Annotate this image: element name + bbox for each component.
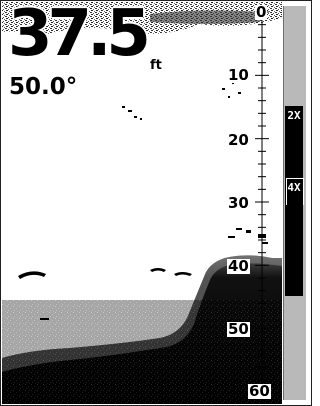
zoom-level-4x[interactable]: 4X [287, 182, 301, 193]
depth-scale-label-30: 30 [227, 194, 250, 212]
water-temperature: 50.0° [9, 74, 78, 100]
depth-scale-label-20: 20 [227, 131, 250, 149]
depth-unit-label: ft [150, 58, 162, 73]
sonar-screen: 37.5 ft 50.0° 0 10 20 30 40 50 60 2X 4X [0, 0, 312, 406]
depth-scale-label-10: 10 [227, 66, 250, 84]
depth-scale-label-40: 40 [227, 257, 250, 275]
depth-readout: 37.5 [8, 0, 151, 71]
zoom-level-2x[interactable]: 2X [287, 110, 301, 121]
depth-scale-label-60: 60 [248, 382, 271, 400]
depth-scale-label-50: 50 [227, 320, 250, 338]
depth-scale-label-0: 0 [255, 3, 268, 21]
